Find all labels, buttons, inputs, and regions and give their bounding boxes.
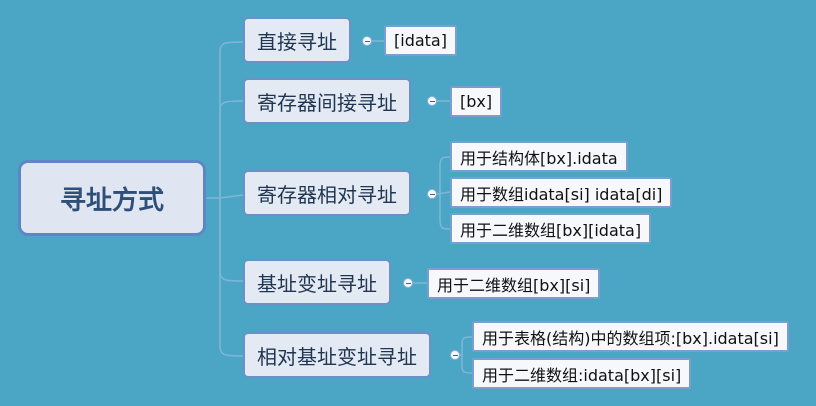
- connector-root-branch-1: [219, 41, 244, 198]
- root-label: 寻址方式: [59, 185, 164, 216]
- leaf-direct-1[interactable]: [idata]: [384, 25, 457, 56]
- branch-register-indirect[interactable]: 寄存器间接寻址: [243, 78, 411, 124]
- leaf-label: 用于二维数组:idata[bx][si]: [482, 365, 682, 385]
- leaf-register-indirect-1[interactable]: [bx]: [450, 86, 503, 117]
- root-node[interactable]: 寻址方式: [18, 160, 206, 236]
- branch-label: 寄存器间接寻址: [257, 90, 397, 115]
- leaf-relative-base-index-1[interactable]: 用于表格(结构)中的数组项:[bx].idata[si]: [472, 321, 789, 352]
- connector-root-branch-5: [219, 198, 244, 357]
- branch-label: 基址变址寻址: [257, 271, 377, 296]
- collapse-toggle-branch-5[interactable]: [450, 350, 460, 360]
- branch-label: 直接寻址: [257, 29, 337, 54]
- branch-register-relative[interactable]: 寄存器相对寻址: [243, 170, 411, 216]
- leaf-label: 用于二维数组[bx][si]: [437, 275, 591, 295]
- connector-root-branch-4: [219, 198, 244, 282]
- leaf-label: [idata]: [394, 31, 447, 50]
- connector-branch-5-leaf-2: [460, 354, 473, 374]
- branch-direct-addressing[interactable]: 直接寻址: [243, 17, 351, 63]
- leaf-label: 用于数组idata[si] idata[di]: [460, 184, 663, 204]
- leaf-relative-base-index-2[interactable]: 用于二维数组:idata[bx][si]: [472, 358, 692, 389]
- collapse-toggle-branch-3[interactable]: [427, 189, 437, 199]
- branch-label: 相对基址变址寻址: [257, 344, 417, 369]
- connector-branch-5-leaf-1: [460, 336, 473, 356]
- collapse-toggle-branch-1[interactable]: [362, 36, 372, 46]
- connector-root-branch-3: [219, 194, 244, 199]
- leaf-register-relative-1[interactable]: 用于结构体[bx].idata: [450, 141, 628, 172]
- branch-relative-base-index[interactable]: 相对基址变址寻址: [243, 332, 431, 378]
- leaf-register-relative-2[interactable]: 用于数组idata[si] idata[di]: [450, 177, 673, 208]
- branch-label: 寄存器相对寻址: [257, 182, 397, 207]
- leaf-base-index-1[interactable]: 用于二维数组[bx][si]: [427, 268, 601, 299]
- leaf-label: 用于表格(结构)中的数组项:[bx].idata[si]: [482, 328, 779, 348]
- branch-base-index[interactable]: 基址变址寻址: [243, 259, 391, 305]
- leaf-label: 用于二维数组[bx][idata]: [460, 220, 642, 240]
- leaf-label: 用于结构体[bx].idata: [460, 148, 618, 168]
- leaf-label: [bx]: [460, 92, 493, 111]
- connector-root-branch-2: [219, 100, 244, 198]
- connector-branch-3-leaf-3: [437, 193, 451, 230]
- connector-branch-3-leaf-1: [437, 156, 451, 195]
- leaf-register-relative-3[interactable]: 用于二维数组[bx][idata]: [450, 213, 652, 244]
- collapse-toggle-branch-4[interactable]: [403, 278, 413, 288]
- collapse-toggle-branch-2[interactable]: [427, 96, 437, 106]
